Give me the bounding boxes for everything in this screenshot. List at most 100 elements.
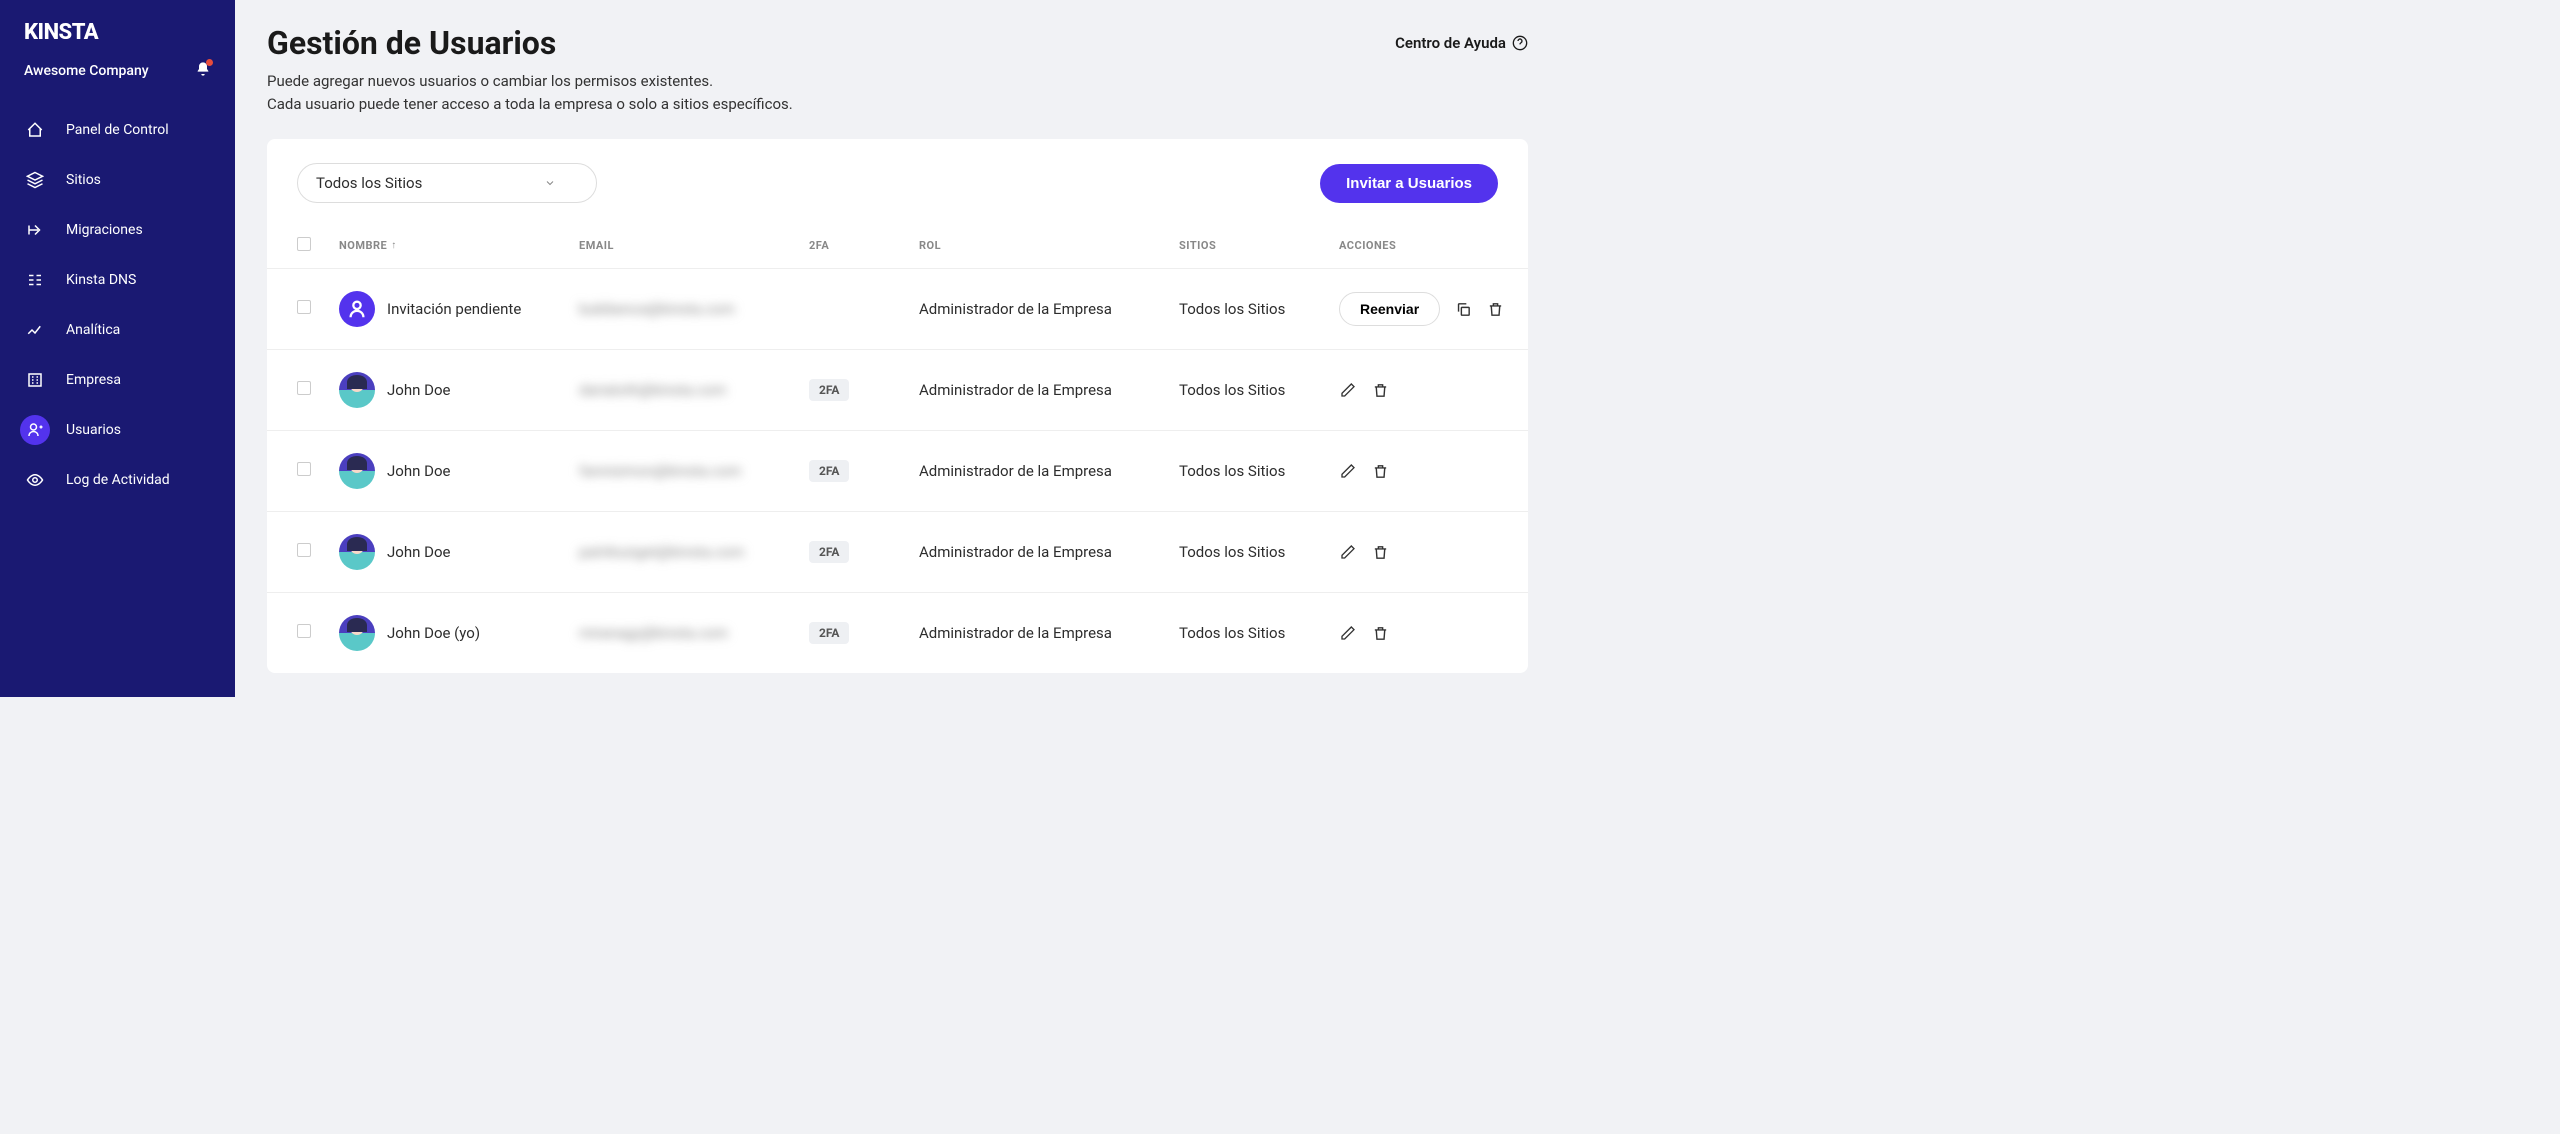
sidebar-item-label: Migraciones (66, 222, 143, 238)
user-role: Administrador de la Empresa (907, 431, 1167, 512)
table-row: Invitación pendiente bukibence@kinsta.com… (267, 269, 1528, 350)
table-row: John Doe (yo)miranagy@kinsta.com2FAAdmin… (267, 593, 1528, 674)
building-icon (26, 371, 44, 389)
company-row: Awesome Company (0, 53, 235, 105)
user-name: John Doe (387, 462, 450, 480)
user-email: dariatoth@kinsta.com (579, 381, 726, 399)
table-row: John Doe dariatoth@kinsta.com 2FA Administr… (267, 350, 1528, 431)
main-content: Gestión de Usuarios Centro de Ayuda Pued… (235, 0, 1560, 697)
column-header-email[interactable]: EMAIL (567, 223, 797, 269)
sidebar-item-label: Log de Actividad (66, 472, 170, 488)
sidebar: KINSTA Awesome Company Panel de Control … (0, 0, 235, 697)
home-icon (26, 121, 44, 139)
trash-icon (1372, 463, 1389, 480)
delete-button[interactable] (1371, 624, 1389, 642)
row-checkbox[interactable] (297, 381, 311, 395)
invite-users-button[interactable]: Invitar a Usuarios (1320, 164, 1498, 203)
table-row: John Doe patriksziget@kinsta.com 2FA Admini… (267, 512, 1528, 593)
delete-button[interactable] (1371, 381, 1389, 399)
sidebar-item-migrations[interactable]: Migraciones (0, 205, 235, 255)
sidebar-item-sites[interactable]: Sitios (0, 155, 235, 205)
user-sites: Todos los Sitios (1167, 350, 1327, 431)
pencil-icon (1340, 625, 1356, 641)
sites-filter-select[interactable]: Todos los Sitios (297, 163, 597, 203)
help-center-label: Centro de Ayuda (1395, 34, 1506, 52)
user-email: fannisimon@kinsta.com (579, 462, 741, 480)
column-header-role[interactable]: ROL (907, 223, 1167, 269)
resend-button[interactable]: Reenviar (1339, 292, 1440, 326)
user-role: Administrador de la Empresa (907, 512, 1167, 593)
edit-button[interactable] (1339, 381, 1357, 399)
sidebar-item-label: Kinsta DNS (66, 272, 136, 288)
layers-icon (26, 171, 44, 189)
2fa-badge: 2FA (809, 541, 849, 563)
delete-button[interactable] (1371, 462, 1389, 480)
chart-icon (26, 321, 44, 339)
sidebar-item-users[interactable]: Usuarios (0, 405, 235, 455)
edit-button[interactable] (1339, 624, 1357, 642)
user-plus-icon (26, 421, 44, 439)
copy-button[interactable] (1454, 300, 1472, 318)
pencil-icon (1340, 463, 1356, 479)
2fa-badge: 2FA (809, 379, 849, 401)
sidebar-item-label: Usuarios (66, 422, 121, 438)
edit-button[interactable] (1339, 543, 1357, 561)
column-header-name[interactable]: NOMBRE↑ (327, 223, 567, 269)
row-checkbox[interactable] (297, 300, 311, 314)
sidebar-item-label: Analítica (66, 322, 120, 338)
users-card: Todos los Sitios Invitar a Usuarios NOMB… (267, 139, 1528, 673)
pencil-icon (1340, 544, 1356, 560)
arrow-icon (26, 221, 44, 239)
user-sites: Todos los Sitios (1167, 269, 1327, 350)
help-center-link[interactable]: Centro de Ayuda (1395, 24, 1528, 52)
sidebar-item-label: Panel de Control (66, 122, 169, 138)
avatar (339, 615, 375, 651)
subtitle-line-1: Puede agregar nuevos usuarios o cambiar … (267, 72, 713, 90)
column-header-sites[interactable]: SITIOS (1167, 223, 1327, 269)
chevron-down-icon (544, 177, 556, 189)
avatar (339, 534, 375, 570)
row-checkbox[interactable] (297, 462, 311, 476)
user-role: Administrador de la Empresa (907, 350, 1167, 431)
logo: KINSTA (0, 20, 235, 53)
edit-button[interactable] (1339, 462, 1357, 480)
user-sites: Todos los Sitios (1167, 593, 1327, 674)
table-row: John Doe fannisimon@kinsta.com 2FA Administ… (267, 431, 1528, 512)
copy-icon (1455, 301, 1472, 318)
page-title: Gestión de Usuarios (267, 24, 556, 62)
user-name: John Doe (yo) (387, 624, 480, 642)
user-sites: Todos los Sitios (1167, 512, 1327, 593)
sidebar-item-analytics[interactable]: Analítica (0, 305, 235, 355)
trash-icon (1372, 625, 1389, 642)
company-name: Awesome Company (24, 63, 149, 79)
nav: Panel de Control Sitios Migraciones Kins… (0, 105, 235, 505)
sidebar-item-dashboard[interactable]: Panel de Control (0, 105, 235, 155)
row-checkbox[interactable] (297, 543, 311, 557)
notifications-button[interactable] (195, 61, 211, 81)
delete-button[interactable] (1486, 300, 1504, 318)
user-name: John Doe (387, 543, 450, 561)
sidebar-item-label: Sitios (66, 172, 101, 188)
sort-asc-icon: ↑ (391, 240, 397, 251)
sidebar-item-activity[interactable]: Log de Actividad (0, 455, 235, 505)
sidebar-item-dns[interactable]: Kinsta DNS (0, 255, 235, 305)
brand-text: KINSTA (24, 20, 211, 45)
row-checkbox[interactable] (297, 624, 311, 638)
delete-button[interactable] (1371, 543, 1389, 561)
select-all-checkbox[interactable] (297, 237, 311, 251)
filter-selected: Todos los Sitios (316, 174, 422, 192)
user-email: patriksziget@kinsta.com (579, 543, 744, 561)
help-icon (1512, 35, 1528, 51)
column-header-2fa[interactable]: 2FA (797, 223, 907, 269)
user-email: bukibence@kinsta.com (579, 300, 735, 318)
user-role: Administrador de la Empresa (907, 593, 1167, 674)
user-name: John Doe (387, 381, 450, 399)
avatar-pending-icon (339, 291, 375, 327)
2fa-badge: 2FA (809, 460, 849, 482)
column-header-actions: ACCIONES (1327, 223, 1528, 269)
subtitle-line-2: Cada usuario puede tener acceso a toda l… (267, 95, 793, 113)
avatar (339, 372, 375, 408)
user-name: Invitación pendiente (387, 300, 521, 318)
user-email: miranagy@kinsta.com (579, 624, 728, 642)
sidebar-item-company[interactable]: Empresa (0, 355, 235, 405)
